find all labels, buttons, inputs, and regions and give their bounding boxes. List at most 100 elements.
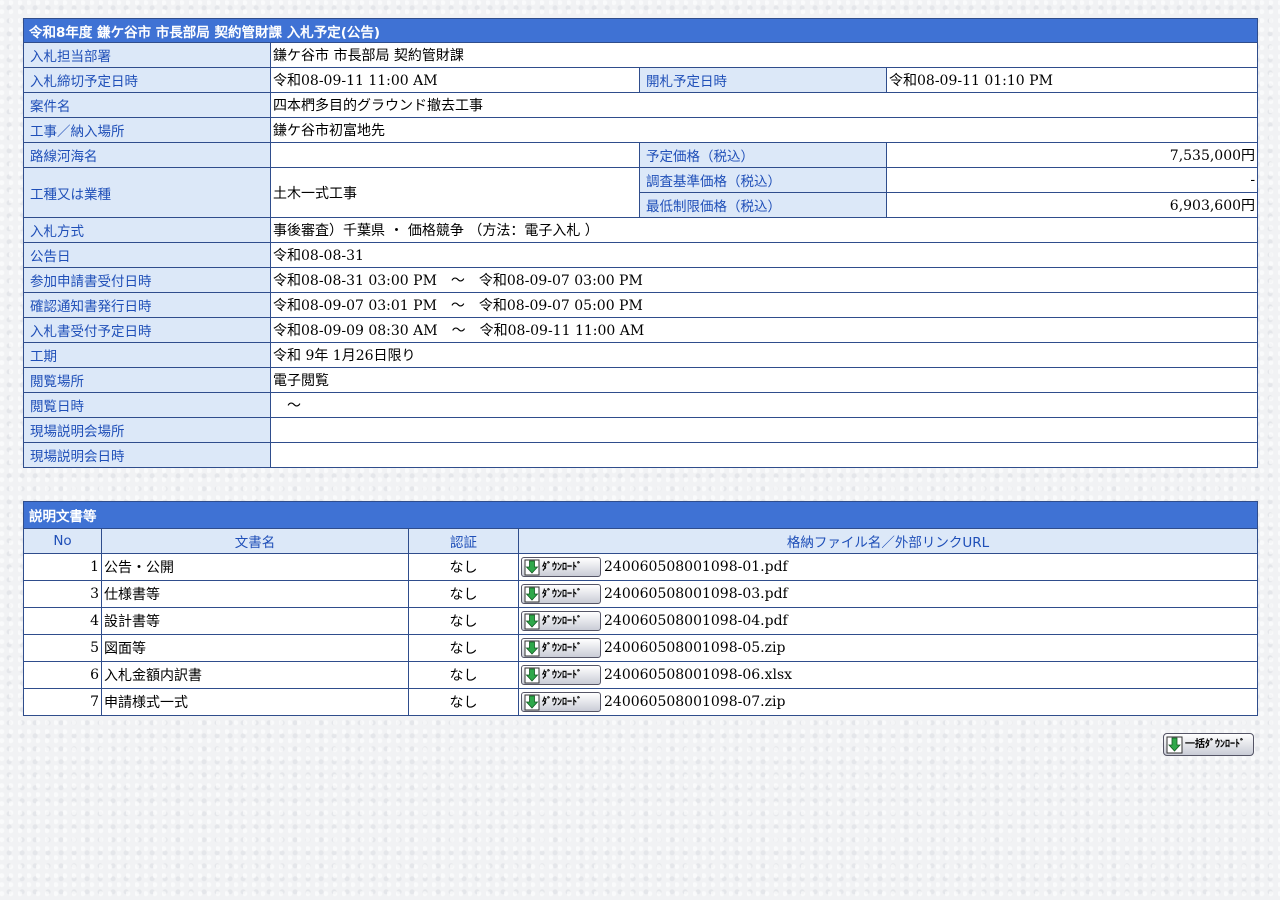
document-auth: なし [408,634,519,662]
documents-table: 説明文書等 No 文書名 認証 格納ファイル名／外部リンクURL 1 公告・公開な… [23,501,1258,716]
download-button-label: ﾀﾞｳﾝﾛｰﾄﾞ [542,670,582,681]
document-row: 5 図面等 なし ﾀﾞｳﾝﾛｰﾄﾞ 240060508001098-05.zip [23,634,1258,662]
document-name: 申請様式一式 [101,688,409,716]
download-button[interactable]: ﾀﾞｳﾝﾛｰﾄﾞ [521,692,601,712]
document-file-cell: ﾀﾞｳﾝﾛｰﾄﾞ 240060508001098-01.pdf [518,553,1258,581]
download-button-label: ﾀﾞｳﾝﾛｰﾄﾞ [542,697,582,708]
download-button[interactable]: ﾀﾞｳﾝﾛｰﾄﾞ [521,638,601,658]
document-file-cell: ﾀﾞｳﾝﾛｰﾄﾞ 240060508001098-03.pdf [518,580,1258,608]
document-file-name: 240060508001098-06.xlsx [604,667,793,683]
col-header-auth: 認証 [408,528,519,554]
col-header-name: 文書名 [101,528,409,554]
download-arrow-icon [524,667,540,684]
document-auth: なし [408,607,519,635]
survey-value: - [885,167,1259,193]
document-file-name: 240060508001098-01.pdf [604,559,788,575]
view-place-value: 電子閲覧 [269,367,1259,393]
type-label: 工種又は業種 [23,167,271,218]
dept-value: 鎌ケ谷市 市長部局 契約管財課 [269,42,1259,68]
documents-title: 説明文書等 [23,501,1258,529]
document-name: 仕様書等 [101,580,409,608]
col-header-no: No [23,528,102,554]
case-value: 四本椚多目的グラウンド撤去工事 [269,92,1259,118]
notice-label: 公告日 [23,242,271,268]
place-value: 鎌ケ谷市初富地先 [269,117,1259,143]
receipt-label: 入札書受付予定日時 [23,317,271,343]
document-no: 6 [23,661,102,689]
document-no: 7 [23,688,102,716]
document-row: 3 仕様書等 なし ﾀﾞｳﾝﾛｰﾄﾞ 240060508001098-03.pdf [23,580,1258,608]
place-label: 工事／納入場所 [23,117,271,143]
period-label: 工期 [23,342,271,368]
download-arrow-icon [524,613,540,630]
site-place-value [269,417,1259,443]
notice-value: 令和08-08-31 [269,242,1259,268]
apply-value: 令和08-08-31 03:00 PM ～ 令和08-09-07 03:00 P… [269,267,1259,293]
min-price-label: 最低制限価格（税込） [639,192,887,218]
download-arrow-icon [1166,736,1183,754]
method-label: 入札方式 [23,217,271,243]
route-label: 路線河海名 [23,142,271,168]
confirm-label: 確認通知書発行日時 [23,292,271,318]
dept-label: 入札担当部署 [23,42,271,68]
document-no: 1 [23,553,102,581]
download-button[interactable]: ﾀﾞｳﾝﾛｰﾄﾞ [521,557,601,577]
method-value: 事後審査）千葉県 ・ 価格競争 （方法：電子入札 ） [269,217,1259,243]
site-date-label: 現場説明会日時 [23,442,271,468]
survey-label: 調査基準価格（税込） [639,167,887,193]
document-auth: なし [408,580,519,608]
download-button[interactable]: ﾀﾞｳﾝﾛｰﾄﾞ [521,665,601,685]
document-name: 入札金額内訳書 [101,661,409,689]
document-file-name: 240060508001098-03.pdf [604,586,788,602]
price-value: 7,535,000円 [885,142,1259,168]
download-button[interactable]: ﾀﾞｳﾝﾛｰﾄﾞ [521,584,601,604]
download-arrow-icon [524,640,540,657]
period-value: 令和 9年 1月26日限り [269,342,1259,368]
open-label: 開札予定日時 [639,67,887,93]
document-auth: なし [408,553,519,581]
documents-body: 1 公告・公開 なし ﾀﾞｳﾝﾛｰﾄﾞ 240060508001098-01.pdf 3 仕… [23,553,1258,716]
price-label: 予定価格（税込） [639,142,887,168]
document-row: 7 申請様式一式 なし ﾀﾞｳﾝﾛｰﾄﾞ 240060508001098-07.zip [23,688,1258,716]
document-row: 6 入札金額内訳書 なし ﾀﾞｳﾝﾛｰﾄﾞ 240060508001098-06.xls… [23,661,1258,689]
download-arrow-icon [524,694,540,711]
document-name: 設計書等 [101,607,409,635]
type-value: 土木一式工事 [270,167,640,218]
document-file-cell: ﾀﾞｳﾝﾛｰﾄﾞ 240060508001098-07.zip [518,688,1258,716]
view-date-label: 閲覧日時 [23,392,271,418]
download-button-label: ﾀﾞｳﾝﾛｰﾄﾞ [542,562,582,573]
document-row: 1 公告・公開 なし ﾀﾞｳﾝﾛｰﾄﾞ 240060508001098-01.pdf [23,553,1258,581]
bulk-download-button[interactable]: 一括ﾀﾞｳﾝﾛｰﾄﾞ [1163,733,1254,756]
route-value [270,142,640,168]
open-value: 令和08-09-11 01:10 PM [885,67,1259,93]
view-date-value: ～ [269,392,1259,418]
bid-info-table: 令和8年度 鎌ケ谷市 市長部局 契約管財課 入札予定(公告) 入札担当部署 鎌ケ… [22,18,1259,468]
site-place-label: 現場説明会場所 [23,417,271,443]
bulk-download-label: 一括ﾀﾞｳﾝﾛｰﾄﾞ [1185,739,1245,750]
document-no: 5 [23,634,102,662]
download-button-label: ﾀﾞｳﾝﾛｰﾄﾞ [542,616,582,627]
document-file-name: 240060508001098-05.zip [604,640,786,656]
document-name: 公告・公開 [101,553,409,581]
document-file-cell: ﾀﾞｳﾝﾛｰﾄﾞ 240060508001098-05.zip [518,634,1258,662]
apply-label: 参加申請書受付日時 [23,267,271,293]
min-price-value: 6,903,600円 [885,192,1259,218]
confirm-value: 令和08-09-07 03:01 PM ～ 令和08-09-07 05:00 P… [269,292,1259,318]
download-button-label: ﾀﾞｳﾝﾛｰﾄﾞ [542,643,582,654]
document-auth: なし [408,661,519,689]
document-no: 3 [23,580,102,608]
download-button[interactable]: ﾀﾞｳﾝﾛｰﾄﾞ [521,611,601,631]
view-place-label: 閲覧場所 [23,367,271,393]
receipt-value: 令和08-09-09 08:30 AM ～ 令和08-09-11 11:00 A… [269,317,1259,343]
download-arrow-icon [524,586,540,603]
deadline-label: 入札締切予定日時 [23,67,271,93]
document-file-cell: ﾀﾞｳﾝﾛｰﾄﾞ 240060508001098-04.pdf [518,607,1258,635]
document-file-name: 240060508001098-07.zip [604,694,786,710]
document-row: 4 設計書等 なし ﾀﾞｳﾝﾛｰﾄﾞ 240060508001098-04.pdf [23,607,1258,635]
document-no: 4 [23,607,102,635]
bid-info-title: 令和8年度 鎌ケ谷市 市長部局 契約管財課 入札予定(公告) [22,18,1259,43]
document-file-cell: ﾀﾞｳﾝﾛｰﾄﾞ 240060508001098-06.xlsx [518,661,1258,689]
document-name: 図面等 [101,634,409,662]
download-button-label: ﾀﾞｳﾝﾛｰﾄﾞ [542,589,582,600]
site-date-value [269,442,1259,468]
